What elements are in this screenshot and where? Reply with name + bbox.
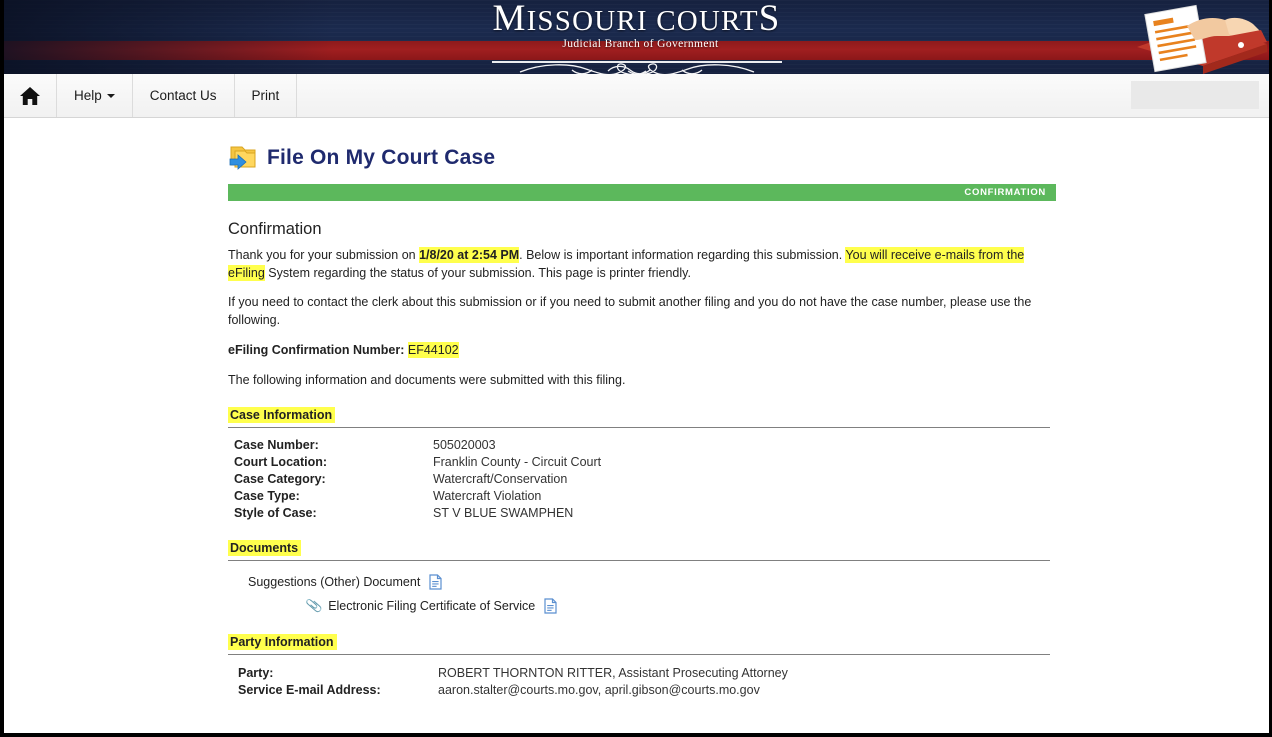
nav-right-placeholder [1131, 81, 1259, 109]
page-title-text: File On My Court Case [267, 146, 496, 169]
party-information-title: Party Information [228, 634, 337, 650]
field-row-service-email: Service E-mail Address: aaron.stalter@co… [238, 682, 1056, 699]
case-information-divider [228, 427, 1050, 428]
documents-title: Documents [228, 540, 302, 556]
nav-empty-space [297, 74, 1269, 117]
site-banner: MISSOURI COURTS Judicial Branch of Gover… [4, 0, 1269, 74]
submission-intro-paragraph: Thank you for your submission on 1/8/20 … [228, 247, 1056, 282]
nav-home-button[interactable] [4, 74, 57, 117]
main-navigation-bar: Help Contact Us Print [4, 74, 1269, 118]
nav-item-print-label: Print [251, 88, 280, 103]
nav-item-print[interactable]: Print [235, 74, 298, 117]
progress-stage-label: CONFIRMATION [964, 187, 1046, 198]
clerk-contact-paragraph: If you need to contact the clerk about t… [228, 295, 1032, 327]
document-row-certificate-of-service: 📎 Electronic Filing Certificate of Servi… [304, 596, 1056, 616]
party-information-fields: Party: ROBERT THORNTON RITTER, Assistant… [238, 665, 1056, 699]
party-information-section: Party Information Party: ROBERT THORNTON… [228, 633, 1056, 699]
logo-title-text: MISSOURI COURTS Judicial Branch of Gover… [492, 0, 780, 59]
value-case-number: 505020003 [433, 438, 496, 452]
logo-initial-m: M [492, 0, 527, 39]
hand-holding-document-icon [1137, 4, 1267, 74]
nav-item-help[interactable]: Help [57, 74, 133, 117]
nav-item-contact-us[interactable]: Contact Us [133, 74, 235, 117]
label-case-number: Case Number: [234, 438, 319, 452]
label-party: Party: [238, 666, 274, 680]
label-case-type: Case Type: [234, 489, 300, 503]
label-style-of-case: Style of Case: [234, 506, 317, 520]
page-title: File On My Court Case [228, 145, 1056, 171]
home-icon [20, 86, 40, 105]
document-row-suggestions: Suggestions (Other) Document [248, 572, 1056, 592]
nav-item-contact-us-label: Contact Us [149, 88, 217, 103]
confirmation-heading: Confirmation [228, 220, 322, 238]
document-icon[interactable] [429, 574, 442, 590]
paperclip-icon: 📎 [304, 596, 324, 615]
documents-divider [228, 560, 1050, 561]
efiling-confirmation-line: eFiling Confirmation Number: EF44102 [228, 342, 1056, 360]
intro-text-part3: System regarding the status of your subm… [264, 265, 691, 280]
value-case-type: Watercraft Violation [433, 489, 542, 503]
party-information-divider [228, 654, 1050, 655]
label-case-category: Case Category: [234, 472, 326, 486]
document-icon[interactable] [544, 598, 557, 614]
logo-divider-rule [491, 61, 782, 63]
missouri-courts-logo: MISSOURI COURTS Judicial Branch of Gover… [4, 0, 1269, 74]
field-row-case-type: Case Type: Watercraft Violation [234, 488, 1056, 505]
submission-datetime: 1/8/20 at 2:54 PM [419, 247, 520, 263]
value-court-location: Franklin County - Circuit Court [433, 455, 602, 469]
field-row-court-location: Court Location: Franklin County - Circui… [234, 454, 1056, 471]
application-window: MISSOURI COURTS Judicial Branch of Gover… [0, 0, 1272, 737]
submitted-info-paragraph: The following information and documents … [228, 372, 626, 387]
value-style-of-case: ST V BLUE SWAMPHEN [433, 506, 574, 520]
nav-item-help-label: Help [74, 88, 102, 103]
documents-list: Suggestions (Other) Document 📎 Electroni… [228, 572, 1056, 616]
label-service-email: Service E-mail Address: [238, 683, 381, 697]
intro-text-part1: Thank you for your submission on [228, 248, 420, 262]
chevron-down-icon [106, 93, 115, 98]
field-row-party: Party: ROBERT THORNTON RITTER, Assistant… [238, 665, 1056, 682]
efiling-confirmation-label: eFiling Confirmation Number: [228, 343, 405, 357]
field-row-case-category: Case Category: Watercraft/Conservation [234, 471, 1056, 488]
field-row-case-number: Case Number: 505020003 [234, 437, 1056, 454]
field-row-style-of-case: Style of Case: ST V BLUE SWAMPHEN [234, 505, 1056, 522]
value-service-email: aaron.stalter@courts.mo.gov, april.gibso… [438, 683, 760, 697]
case-information-fields: Case Number: 505020003 Court Location: F… [234, 437, 1056, 522]
document-label-certificate-of-service: Electronic Filing Certificate of Service [328, 599, 536, 613]
file-folder-arrow-icon [229, 146, 256, 170]
case-information-section: Case Information Case Number: 505020003 … [228, 406, 1056, 522]
documents-section: Documents Suggestions (Other) Document 📎… [228, 539, 1056, 616]
intro-text-part2: . Below is important information regardi… [519, 248, 846, 262]
page-content: File On My Court Case CONFIRMATION Confi… [4, 145, 1269, 733]
value-case-category: Watercraft/Conservation [433, 472, 568, 486]
label-court-location: Court Location: [234, 455, 328, 469]
case-information-title: Case Information [228, 407, 336, 423]
logo-final-s: S [758, 0, 781, 39]
document-label-suggestions: Suggestions (Other) Document [248, 575, 421, 589]
progress-stage-bar: CONFIRMATION [228, 184, 1056, 201]
efiling-confirmation-number: EF44102 [407, 342, 459, 358]
value-party: ROBERT THORNTON RITTER, Assistant Prosec… [438, 666, 788, 680]
